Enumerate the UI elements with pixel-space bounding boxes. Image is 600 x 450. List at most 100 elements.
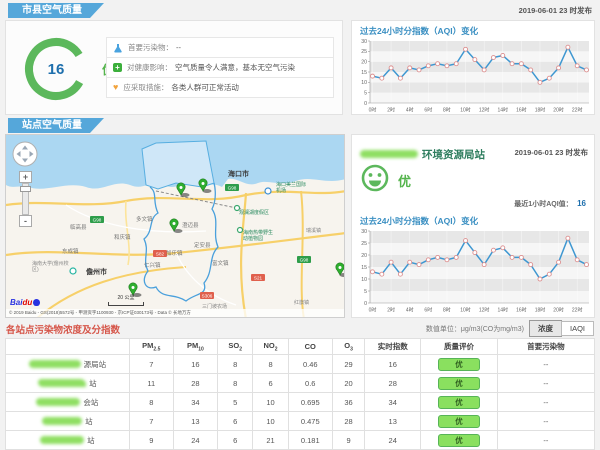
svg-text:30: 30: [361, 39, 367, 45]
table-row[interactable]: 站7136100.4752813优--: [6, 412, 595, 431]
city-aqi-chart-panel: 过去24小时分指数（AQI）变化 0510152025300时2时4时6时8时1…: [351, 20, 595, 115]
zoom-out-button[interactable]: -: [19, 215, 32, 227]
tab-station-air-quality[interactable]: 站点空气质量: [8, 118, 104, 133]
road-shield: G98: [297, 256, 311, 263]
value-cell: 11: [129, 374, 173, 393]
info-label: 对健康影响：: [127, 62, 172, 73]
column-header: CO: [288, 339, 332, 355]
redacted-station-name: [42, 417, 82, 425]
info-value: 空气质量令人满意，基本无空气污染: [175, 62, 295, 73]
airport-poi-icon: [265, 188, 271, 194]
air-quality-dashboard: 市县空气质量 2019-06-01 23 时发布 16 优 首要污染物： -- …: [0, 0, 600, 450]
value-cell: 13: [365, 412, 421, 431]
svg-text:16时: 16时: [516, 307, 527, 314]
svg-text:0时: 0时: [369, 107, 377, 114]
city-chart-title: 过去24小时分指数（AQI）变化: [360, 25, 594, 37]
value-cell: 20: [332, 374, 364, 393]
value-cell: 5: [218, 393, 253, 412]
table-row[interactable]: 站1128860.62028优--: [6, 374, 595, 393]
value-cell: 28: [332, 412, 364, 431]
map-canvas: G98G98S82S21S306G98: [6, 135, 345, 318]
value-cell: 7: [129, 355, 173, 374]
table-row[interactable]: 会站8345100.6953634优--: [6, 393, 595, 412]
value-cell: 0.46: [288, 355, 332, 374]
value-cell: 6: [218, 431, 253, 450]
svg-text:G98: G98: [228, 185, 237, 190]
value-cell: 9: [332, 431, 364, 450]
svg-text:10时: 10时: [460, 107, 471, 114]
column-header: 质量评价: [421, 339, 498, 355]
table-header-row: PM2.5PM10SO2NO2COO3实时指数质量评价首要污染物: [6, 339, 595, 355]
column-header: 实时指数: [365, 339, 421, 355]
svg-text:20时: 20时: [553, 307, 564, 314]
station-aqi-chart: 0510152025300时2时4时6时8时10时12时14时16时18时20时…: [355, 228, 593, 314]
redacted-station-name: [38, 379, 86, 387]
svg-text:S82: S82: [156, 251, 165, 256]
info-label: 首要污染物：: [128, 42, 173, 53]
station-header: 环境资源局站 2019-06-01 23 时发布: [360, 145, 588, 163]
svg-text:0: 0: [364, 101, 367, 107]
value-cell: 8: [129, 393, 173, 412]
value-cell: 10: [253, 412, 288, 431]
value-cell: 36: [332, 393, 364, 412]
value-cell: 6: [253, 374, 288, 393]
svg-text:22时: 22时: [572, 307, 583, 314]
svg-text:10时: 10时: [460, 307, 471, 314]
health-plus-icon: +: [113, 63, 122, 72]
map-attribution: © 2019 Baidu - GS(2018)5572号 - 甲测资字11009…: [6, 309, 344, 317]
value-cell: 21: [253, 431, 288, 450]
station-map[interactable]: G98G98S82S21S306G98 海口市儋州市定安县富文镇澄迈县临高县多文…: [5, 134, 345, 318]
rating-badge: 优: [438, 415, 480, 428]
value-cell: 0.181: [288, 431, 332, 450]
svg-text:12时: 12时: [479, 107, 490, 114]
value-cell: 34: [173, 393, 217, 412]
svg-text:6时: 6时: [424, 107, 432, 114]
rating-cell: 优: [421, 393, 498, 412]
svg-text:8时: 8时: [443, 107, 451, 114]
baidu-paw-icon: [33, 299, 40, 306]
svg-text:5: 5: [364, 90, 367, 96]
station-name-cell: 站: [6, 431, 130, 450]
road-shield: S82: [153, 250, 167, 257]
primary-pollutant-cell: --: [497, 431, 594, 450]
road-shield: G98: [225, 184, 239, 191]
primary-pollutant-row: 首要污染物： --: [106, 37, 334, 58]
tab-city-air-quality[interactable]: 市县空气质量: [8, 3, 104, 18]
svg-text:0时: 0时: [369, 307, 377, 314]
smiley-face-icon: [360, 163, 390, 193]
zoom-slider-handle[interactable]: [20, 186, 31, 192]
value-cell: 28: [173, 374, 217, 393]
zoom-in-button[interactable]: +: [19, 171, 32, 183]
station-name-cell: 会站: [6, 393, 130, 412]
svg-text:20: 20: [361, 59, 367, 65]
city-aqi-panel: 16 优 首要污染物： -- + 对健康影响： 空气质量令人满意，基本无空气污染…: [5, 20, 343, 115]
map-scale-bar: [108, 302, 144, 306]
map-scale-label: 20 公里: [118, 295, 135, 301]
resort-poi-icon: [235, 206, 240, 211]
zoom-slider[interactable]: [22, 183, 29, 215]
primary-pollutant-cell: --: [497, 374, 594, 393]
rating-badge: 优: [438, 434, 480, 447]
toggle-iaqi[interactable]: IAQI: [561, 321, 594, 336]
table-row[interactable]: 站9246210.181924优--: [6, 431, 595, 450]
column-header: O3: [332, 339, 364, 355]
toggle-concentration[interactable]: 浓度: [529, 320, 562, 337]
info-label: 应采取措施：: [123, 82, 168, 93]
svg-text:0: 0: [364, 301, 367, 307]
map-zoom-control: + -: [19, 171, 32, 227]
recent-aqi-value: 16: [577, 199, 586, 208]
rating-cell: 优: [421, 412, 498, 431]
value-cell: 16: [173, 355, 217, 374]
recent-aqi: 最近1小时AQI值： 16: [514, 193, 586, 211]
value-cell: 13: [173, 412, 217, 431]
value-cell: 8: [218, 374, 253, 393]
svg-text:25: 25: [361, 241, 367, 247]
svg-text:20: 20: [361, 253, 367, 259]
svg-text:S21: S21: [254, 275, 263, 280]
info-value: --: [176, 43, 181, 52]
value-cell: 10: [253, 393, 288, 412]
column-header: SO2: [218, 339, 253, 355]
map-pan-control[interactable]: [12, 141, 38, 172]
table-row[interactable]: 源局站716880.462916优--: [6, 355, 595, 374]
rating-cell: 优: [421, 355, 498, 374]
